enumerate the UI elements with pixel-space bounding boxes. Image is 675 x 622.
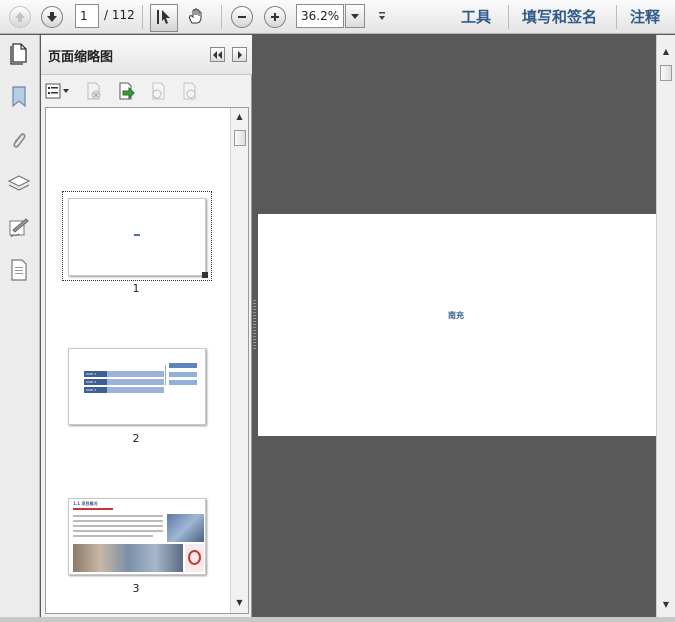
rotate-page-button[interactable] bbox=[148, 81, 168, 101]
panel-splitter[interactable] bbox=[253, 300, 256, 350]
zoom-out-button[interactable] bbox=[229, 4, 255, 30]
thumbnail-part-label: PART 1 bbox=[84, 371, 107, 377]
bookmarks-button[interactable] bbox=[6, 85, 32, 111]
fill-and-sign-link[interactable]: 填写和签名 bbox=[522, 6, 597, 27]
insert-pages-button[interactable] bbox=[116, 81, 136, 101]
zoom-in-icon bbox=[264, 6, 286, 28]
delete-page-button[interactable] bbox=[84, 81, 104, 101]
thumbnail-number: 2 bbox=[132, 432, 140, 445]
navigation-rail bbox=[0, 35, 40, 622]
rotate-page-icon bbox=[152, 82, 165, 100]
scroll-down-icon[interactable]: ▼ bbox=[231, 598, 248, 607]
previous-page-button[interactable] bbox=[7, 4, 33, 30]
page-thumbnails-button[interactable] bbox=[6, 41, 32, 67]
panel-toolbar bbox=[41, 76, 252, 106]
layers-button[interactable] bbox=[6, 172, 32, 198]
thumbnail-panel: 页面缩略图 1 PART 1 PART 2 PART 3 2 1.1 项目概况 … bbox=[41, 35, 252, 622]
hand-tool-button[interactable] bbox=[183, 4, 209, 30]
thumbnail-options-button[interactable] bbox=[45, 82, 71, 100]
options-menu-icon bbox=[45, 83, 69, 99]
thumbnail-text-line bbox=[73, 525, 163, 527]
thumbnail-text-line bbox=[73, 530, 163, 532]
zoom-input[interactable]: 36.2% bbox=[296, 4, 344, 28]
panel-title: 页面缩略图 bbox=[48, 50, 114, 65]
double-chevron-left-icon bbox=[212, 48, 223, 62]
thumbnail-page-1-text bbox=[134, 234, 140, 236]
chevron-down-icon bbox=[351, 9, 359, 23]
zoom-dropdown-button[interactable] bbox=[345, 4, 365, 28]
main-toolbar: 1 / 112 36.2% 工具 填写和签名 注释 bbox=[0, 0, 675, 34]
thumbnail-branch bbox=[169, 380, 197, 385]
thumbnail-scroll-thumb[interactable] bbox=[234, 130, 246, 146]
thumbnail-scrollbar[interactable]: ▲ ▼ bbox=[230, 108, 248, 613]
toolbar-divider bbox=[142, 5, 143, 29]
more-options-icon bbox=[379, 12, 385, 20]
select-tool-button[interactable] bbox=[150, 4, 178, 32]
thumbnail-connector bbox=[165, 365, 166, 385]
thumbnail-page-1[interactable] bbox=[68, 198, 208, 278]
tools-link[interactable]: 工具 bbox=[461, 6, 491, 27]
signature-icon bbox=[7, 215, 31, 242]
delete-page-icon bbox=[87, 82, 101, 100]
toolbar-divider bbox=[221, 5, 222, 29]
rotate-counter-button[interactable] bbox=[179, 81, 199, 101]
bottom-edge bbox=[0, 617, 675, 622]
signatures-button[interactable] bbox=[6, 215, 32, 241]
down-arrow-icon bbox=[41, 6, 63, 28]
page-total-label: / 112 bbox=[104, 8, 135, 22]
thumbnail-part-label: PART 2 bbox=[84, 379, 107, 385]
next-page-button[interactable] bbox=[39, 4, 65, 30]
thumbnail-number: 3 bbox=[132, 582, 140, 595]
attachment-icon bbox=[9, 129, 29, 156]
scroll-down-icon[interactable]: ▼ bbox=[657, 600, 675, 609]
thumbnail-red-line bbox=[73, 508, 113, 510]
comment-link[interactable]: 注释 bbox=[630, 6, 660, 27]
zoom-in-button[interactable] bbox=[262, 4, 288, 30]
layers-icon bbox=[7, 172, 31, 199]
zoom-value: 36.2% bbox=[301, 9, 340, 23]
select-cursor-icon bbox=[155, 8, 173, 29]
rotate-counter-icon bbox=[183, 82, 196, 100]
thumbnail-page-3-title: 1.1 项目概况 bbox=[73, 501, 98, 506]
thumbnail-city-photo bbox=[167, 514, 204, 542]
attachments-button[interactable] bbox=[6, 129, 32, 155]
thumbnail-emblem bbox=[188, 550, 201, 565]
thumbnail-resize-handle[interactable] bbox=[202, 272, 208, 278]
thumbnail-page-2[interactable]: PART 1 PART 2 PART 3 bbox=[68, 348, 206, 425]
page-number-input[interactable]: 1 bbox=[75, 4, 99, 28]
thumbnail-emblem-area bbox=[185, 544, 204, 572]
expand-panel-button[interactable] bbox=[232, 47, 247, 62]
scroll-up-icon[interactable]: ▲ bbox=[231, 112, 248, 121]
up-arrow-icon bbox=[9, 6, 31, 28]
thumbnail-photo-strip bbox=[73, 544, 183, 572]
insert-pages-icon bbox=[119, 82, 135, 100]
zoom-out-icon bbox=[231, 6, 253, 28]
toolbar-divider bbox=[508, 5, 509, 29]
document-scroll-thumb[interactable] bbox=[660, 65, 672, 81]
scroll-up-icon[interactable]: ▲ bbox=[657, 47, 675, 56]
thumbnail-branch bbox=[169, 372, 197, 377]
pages-icon bbox=[8, 41, 30, 68]
thumbnail-number: 1 bbox=[132, 282, 140, 295]
thumbnail-text-line bbox=[73, 535, 153, 537]
toolbar-divider bbox=[616, 5, 617, 29]
chevron-right-icon bbox=[237, 48, 243, 62]
bookmark-icon bbox=[10, 85, 28, 112]
panel-header: 页面缩略图 bbox=[41, 35, 252, 75]
collapse-panel-button[interactable] bbox=[210, 47, 225, 62]
thumbnail-list: 1 PART 1 PART 2 PART 3 2 1.1 项目概况 3 ▲ ▼ bbox=[45, 107, 249, 614]
document-icon bbox=[9, 258, 29, 285]
content-button[interactable] bbox=[6, 258, 32, 284]
thumbnail-text-line bbox=[73, 515, 163, 517]
page-heading-text: 南充 bbox=[448, 311, 464, 320]
page-number-value: 1 bbox=[80, 9, 88, 23]
thumbnail-text-line bbox=[73, 520, 163, 522]
thumbnail-part-label: PART 3 bbox=[84, 387, 107, 393]
hand-icon bbox=[187, 7, 205, 28]
document-scrollbar[interactable]: ▲ ▼ bbox=[656, 35, 675, 622]
document-page: 南充 bbox=[258, 214, 656, 436]
toolbar-more-button[interactable] bbox=[378, 10, 386, 24]
thumbnail-page-3[interactable]: 1.1 项目概况 bbox=[68, 498, 206, 575]
thumbnail-branch bbox=[169, 363, 197, 368]
